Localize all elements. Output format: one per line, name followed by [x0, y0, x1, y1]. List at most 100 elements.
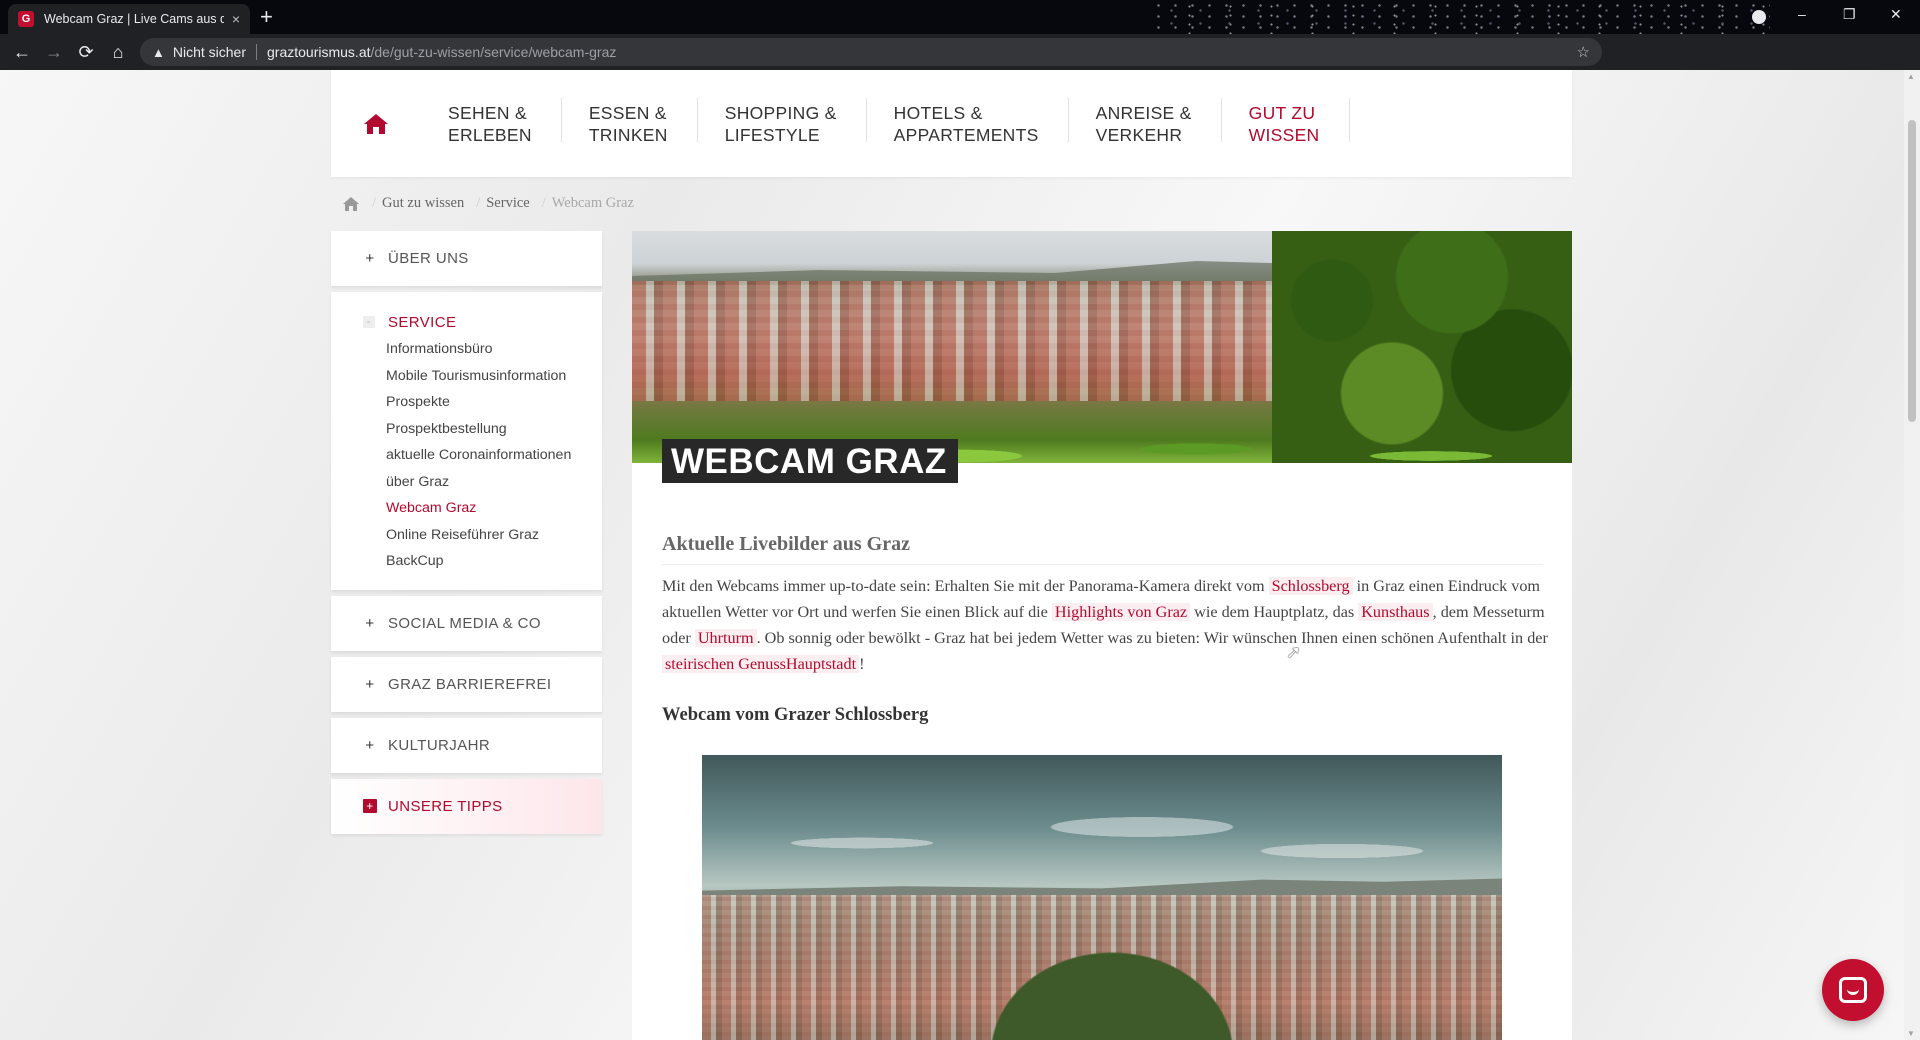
nav-label: WISSEN: [1248, 124, 1320, 145]
security-label[interactable]: Nicht sicher: [173, 44, 246, 60]
nav-label: SEHEN &: [448, 102, 527, 123]
link-highlights-von-graz[interactable]: Highlights von Graz: [1051, 603, 1191, 621]
back-button[interactable]: ←: [6, 42, 38, 63]
new-tab-button[interactable]: +: [260, 6, 273, 28]
nav-label: ANREISE &: [1095, 102, 1192, 123]
tab-close-icon[interactable]: ×: [232, 11, 240, 27]
warning-icon[interactable]: ▲: [152, 45, 165, 60]
expand-plus-icon: +: [365, 736, 375, 754]
sidebar-item-prospekte[interactable]: Prospekte: [386, 389, 602, 416]
nav-label: HOTELS &: [893, 102, 983, 123]
url-divider: [256, 44, 258, 60]
page-scrollbar[interactable]: ▲ ▼: [1904, 70, 1920, 1040]
breadcrumb-gut-zu-wissen[interactable]: Gut zu wissen: [382, 195, 464, 212]
minimize-button[interactable]: –: [1798, 6, 1806, 22]
intro-text: !: [859, 655, 865, 673]
sidebar-item-informationsburo[interactable]: Informationsbüro: [386, 336, 602, 363]
expand-plus-icon: +: [365, 614, 375, 632]
scrollbar-thumb[interactable]: [1908, 120, 1916, 422]
intro-text: . Ob sonnig oder bewölkt - Graz hat bei …: [756, 629, 1548, 647]
nav-label: ESSEN &: [588, 102, 667, 123]
home-button[interactable]: ⌂: [102, 42, 134, 63]
collapse-minus-icon: -: [363, 315, 375, 328]
breadcrumb-home-icon[interactable]: [342, 196, 360, 212]
tab-title: Webcam Graz | Live Cams aus de: [44, 12, 224, 26]
sidebar: + ÜBER UNS - SERVICE Informationsbüro Mobi…: [331, 231, 602, 840]
sidebar-section-uber-uns[interactable]: + ÜBER UNS: [331, 231, 602, 286]
sidebar-item-prospektbestellung[interactable]: Prospektbestellung: [386, 416, 602, 443]
browser-tab-strip: G Webcam Graz | Live Cams aus de × + – ❐…: [0, 0, 1920, 34]
breadcrumb-separator: /: [372, 195, 377, 211]
url-path: /de/gut-zu-wissen/service/webcam-graz: [370, 44, 617, 60]
nav-label: VERKEHR: [1095, 124, 1183, 145]
sidebar-section-service: - SERVICE Informationsbüro Mobile Tourism…: [331, 292, 602, 590]
sidebar-item-webcam-graz[interactable]: Webcam Graz: [386, 495, 602, 522]
sidebar-section-unsere-tipps[interactable]: + UNSERE TIPPS: [331, 778, 602, 834]
expand-plus-icon: +: [365, 675, 375, 693]
sidebar-item-coronainformationen[interactable]: aktuelle Coronainformationen: [386, 442, 602, 469]
sidebar-section-kulturjahr[interactable]: + KULTURJAHR: [331, 717, 602, 773]
service-submenu: Informationsbüro Mobile Tourismusinforma…: [331, 334, 602, 575]
intro-paragraph: Mit den Webcams immer up-to-date sein: E…: [662, 573, 1552, 677]
intro-text: Mit den Webcams immer up-to-date sein: E…: [662, 577, 1269, 595]
page-viewport: SEHEN & ERLEBEN ESSEN & TRINKEN SHOPPING &…: [0, 70, 1904, 1040]
link-steirische-genusshauptstadt[interactable]: steirischen GenussHauptstadt: [662, 655, 860, 673]
nav-label: APPARTEMENTS: [893, 124, 1039, 145]
theme-background: [1150, 0, 1770, 34]
link-uhrturm[interactable]: Uhrturm: [694, 629, 757, 647]
nav-shopping-lifestyle[interactable]: SHOPPING & LIFESTYLE: [698, 70, 867, 177]
close-window-button[interactable]: ✕: [1890, 6, 1902, 23]
reload-button[interactable]: ⟳: [70, 42, 102, 63]
sidebar-section-social-media[interactable]: + SOCIAL MEDIA & CO: [331, 595, 602, 651]
site-favicon-icon: G: [18, 11, 34, 27]
webcam-heading: Webcam vom Grazer Schlossberg: [662, 705, 929, 725]
breadcrumb: / Gut zu wissen / Service / Webcam Graz: [342, 195, 634, 212]
sidebar-item-uber-graz[interactable]: über Graz: [386, 469, 602, 496]
intro-text: wie dem Hauptplatz, das: [1190, 603, 1359, 621]
forward-button[interactable]: →: [38, 42, 70, 63]
nav-gut-zu-wissen[interactable]: GUT ZU WISSEN: [1222, 70, 1350, 177]
browser-tab[interactable]: G Webcam Graz | Live Cams aus de ×: [8, 4, 250, 34]
sidebar-section-barrierefrei[interactable]: + GRAZ BARRIEREFREI: [331, 656, 602, 712]
nav-sehen-erleben[interactable]: SEHEN & ERLEBEN: [421, 70, 562, 177]
main-content: WEBCAM GRAZ Aktuelle Livebilder aus Graz…: [632, 231, 1572, 1040]
scroll-up-icon[interactable]: ▲: [1907, 72, 1915, 81]
scroll-down-icon[interactable]: ▼: [1907, 1029, 1915, 1038]
sidebar-section-label: GRAZ BARRIEREFREI: [388, 675, 552, 693]
sidebar-item-mobile-tourismusinformation[interactable]: Mobile Tourismusinformation: [386, 363, 602, 390]
link-kunsthaus[interactable]: Kunsthaus: [1358, 603, 1433, 621]
section-heading: Aktuelle Livebilder aus Graz: [662, 533, 1543, 565]
breadcrumb-separator: /: [541, 195, 546, 211]
nav-essen-trinken[interactable]: ESSEN & TRINKEN: [562, 70, 698, 177]
chat-icon: [1839, 977, 1867, 1003]
webcam-hill: [982, 945, 1242, 1040]
webcam-image-schlossberg[interactable]: [702, 755, 1502, 1040]
bookmark-star-icon[interactable]: ☆: [1577, 43, 1590, 61]
breadcrumb-service[interactable]: Service: [486, 195, 529, 212]
sidebar-item-online-reisefuhrer[interactable]: Online Reiseführer Graz: [386, 522, 602, 549]
expand-plus-icon: +: [365, 250, 375, 267]
hero-city: [632, 281, 1272, 401]
sidebar-section-label: ÜBER UNS: [388, 250, 469, 267]
chat-button[interactable]: [1822, 959, 1884, 1021]
sidebar-item-backcup[interactable]: BackCup: [386, 548, 602, 575]
url-host: graztourismus.at: [267, 44, 371, 60]
nav-label: TRINKEN: [588, 124, 668, 145]
url-bar[interactable]: ▲ Nicht sicher graztourismus.at /de/gut-…: [140, 38, 1602, 66]
sidebar-section-label: SOCIAL MEDIA & CO: [388, 614, 541, 632]
main-navigation: SEHEN & ERLEBEN ESSEN & TRINKEN SHOPPING &…: [331, 70, 1572, 177]
webcam-clouds: [702, 795, 1502, 875]
webcam-mountains: [702, 878, 1502, 895]
link-schlossberg[interactable]: Schlossberg: [1268, 577, 1353, 595]
sidebar-section-header[interactable]: - SERVICE: [331, 310, 602, 334]
breadcrumb-current: Webcam Graz: [551, 195, 634, 211]
home-icon: [364, 113, 388, 134]
restore-button[interactable]: ❐: [1843, 6, 1856, 23]
nav-home-button[interactable]: [331, 70, 421, 177]
nav-anreise-verkehr[interactable]: ANREISE & VERKEHR: [1069, 70, 1222, 177]
nav-label: SHOPPING &: [724, 102, 837, 123]
profile-dropdown-icon[interactable]: [1752, 10, 1766, 24]
page-title: WEBCAM GRAZ: [662, 439, 958, 483]
nav-label: LIFESTYLE: [724, 124, 820, 145]
nav-hotels-appartements[interactable]: HOTELS & APPARTEMENTS: [867, 70, 1069, 177]
